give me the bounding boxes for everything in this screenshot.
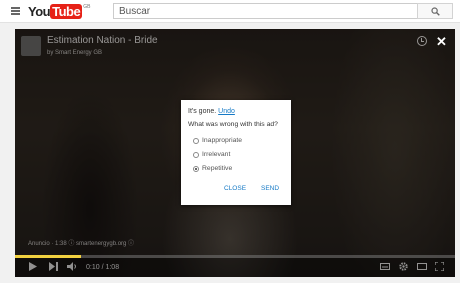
- time-display: 0:10 / 1:08: [86, 264, 120, 271]
- time-current: 0:10: [86, 264, 100, 271]
- option-repetitive[interactable]: Repetitive: [193, 164, 232, 173]
- logo-you: You: [28, 4, 51, 19]
- theater-icon[interactable]: [417, 263, 427, 270]
- clock-icon[interactable]: [417, 36, 427, 46]
- option-irrelevant[interactable]: Irrelevant: [193, 150, 230, 159]
- radio-inappropriate[interactable]: [193, 137, 199, 144]
- option-inappropriate[interactable]: Inappropriate: [193, 136, 242, 145]
- top-bar: You Tube GB Buscar: [0, 0, 460, 23]
- close-icon[interactable]: ✕: [436, 35, 447, 48]
- time-total: 1:08: [105, 264, 120, 271]
- volume-icon[interactable]: [67, 262, 78, 271]
- radio-irrelevant[interactable]: [193, 151, 199, 158]
- player-controls: 0:10 / 1:08: [15, 255, 455, 277]
- progress-fill: [15, 255, 81, 258]
- youtube-logo[interactable]: You Tube GB: [28, 3, 90, 20]
- option-label: Irrelevant: [202, 151, 231, 158]
- dialog-heading: It's gone. Undo: [188, 107, 235, 116]
- video-title[interactable]: Estimation Nation - Bride: [47, 35, 158, 47]
- gone-text: It's gone.: [188, 108, 217, 115]
- logo-country: GB: [83, 4, 91, 10]
- next-icon[interactable]: [49, 262, 58, 271]
- gear-icon[interactable]: [399, 262, 408, 271]
- search-icon: [431, 7, 440, 16]
- option-label: Inappropriate: [202, 137, 243, 144]
- search-placeholder: Buscar: [119, 6, 151, 17]
- menu-icon[interactable]: [11, 7, 20, 15]
- radio-repetitive[interactable]: [193, 165, 199, 172]
- feedback-question: What was wrong with this ad?: [188, 121, 278, 128]
- search-button[interactable]: [417, 3, 453, 19]
- fullscreen-icon[interactable]: [435, 262, 444, 271]
- channel-avatar[interactable]: [21, 36, 41, 56]
- option-label: Repetitive: [202, 165, 233, 172]
- search-input[interactable]: Buscar: [113, 3, 418, 19]
- ad-info: Anuncio · 1:38 ⓘ smartenergygb.org ⓘ: [28, 241, 135, 247]
- logo-tube: Tube: [50, 4, 83, 19]
- subtitles-icon[interactable]: [380, 263, 390, 270]
- send-button[interactable]: SEND: [261, 185, 279, 193]
- progress-bar[interactable]: [15, 255, 455, 258]
- undo-link[interactable]: Undo: [218, 108, 235, 115]
- close-button[interactable]: CLOSE: [224, 185, 246, 193]
- ad-feedback-dialog: It's gone. Undo What was wrong with this…: [181, 100, 291, 205]
- play-icon[interactable]: [29, 262, 37, 271]
- video-subtitle: by Smart Energy GB: [47, 50, 103, 56]
